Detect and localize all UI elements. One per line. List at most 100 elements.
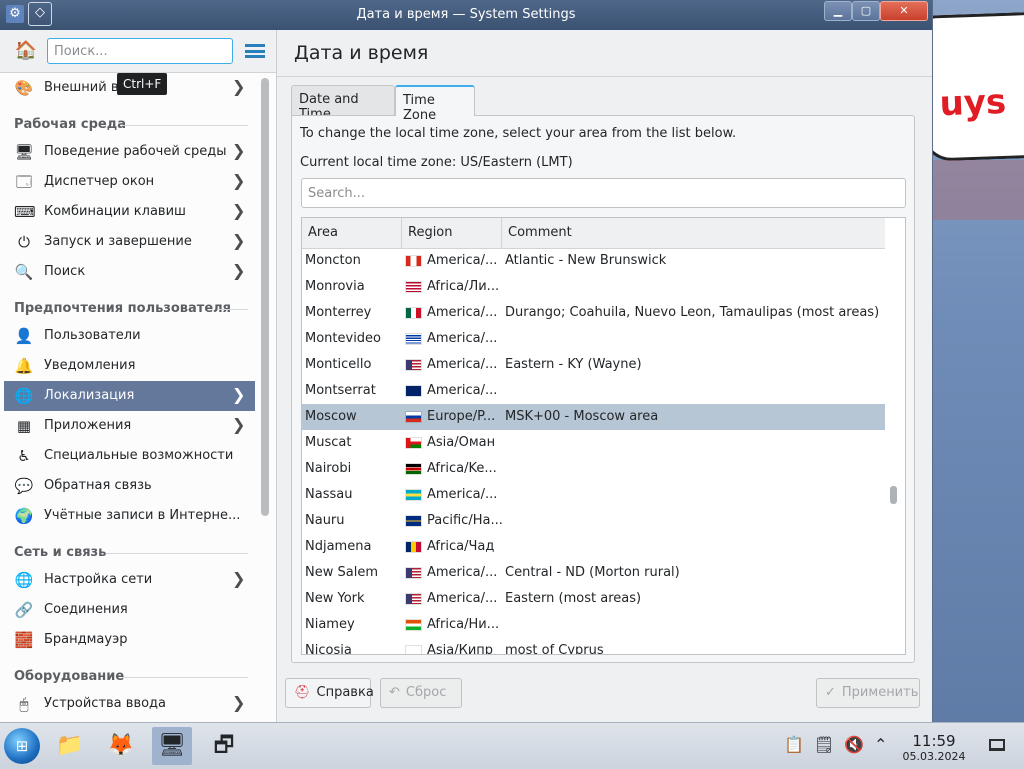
tab-time-zone[interactable]: Time Zone: [395, 85, 475, 123]
table-row[interactable]: Nassau America/...: [302, 482, 885, 508]
sidebar-item-localization[interactable]: 🌐 Локализация ❯: [4, 381, 255, 411]
flag-icon: [406, 646, 421, 654]
chevron-up-icon[interactable]: ⌃: [874, 735, 887, 754]
table-row[interactable]: Montserrat America/...: [302, 378, 885, 404]
chevron-right-icon: ❯: [232, 171, 246, 190]
sidebar-item-accessibility[interactable]: ♿ Специальные возможности: [4, 441, 255, 471]
chevron-right-icon: ❯: [232, 201, 246, 220]
timezone-search-input[interactable]: [301, 178, 906, 208]
sidebar-item-workspace-behavior[interactable]: 🖥 Поведение рабочей среды ❯: [4, 137, 255, 167]
sidebar-item-startup[interactable]: ⏻ Запуск и завершение ❯: [4, 227, 255, 257]
table-scrollbar[interactable]: [890, 486, 897, 504]
keyboard-icon: ⌨: [14, 203, 36, 221]
reset-button[interactable]: ↶ Сброс: [380, 678, 462, 708]
sidebar-item-connections[interactable]: 🔗 Соединения: [4, 595, 255, 625]
divider: [122, 677, 248, 678]
category-personalization: Предпочтения пользователя: [14, 301, 232, 316]
current-timezone-text: Current local time zone: US/Eastern (LMT…: [300, 155, 573, 170]
table-row[interactable]: Monticello America/... Eastern - KY (Wayne…: [302, 352, 885, 378]
cell-comment: Eastern - KY (Wayne): [505, 357, 642, 372]
cell-region: America/...: [427, 305, 498, 320]
help-button[interactable]: ⛑ Справка: [285, 678, 374, 708]
start-menu-button[interactable]: ⊞: [4, 728, 40, 764]
close-button[interactable]: ✕: [880, 1, 928, 21]
chevron-right-icon: ❯: [232, 385, 246, 404]
feedback-icon: 💬: [14, 477, 34, 495]
sidebar-item-online-accounts[interactable]: 🌍 Учётные записи в Интерне...: [4, 501, 255, 531]
minimize-button[interactable]: ▁: [824, 1, 852, 21]
timezone-table: Area Region Comment Moncton America/... At…: [301, 217, 906, 655]
show-desktop-icon[interactable]: [989, 739, 1005, 751]
desktop-app-task-icon[interactable]: 🗗: [204, 727, 244, 765]
tab-date-and-time[interactable]: Date and Time: [291, 85, 395, 122]
sidebar-item-search[interactable]: 🔍 Поиск ❯: [4, 257, 255, 287]
sidebar-item-shortcuts[interactable]: ⌨ Комбинации клавиш ❯: [4, 197, 255, 227]
flag-icon: [406, 360, 421, 370]
cell-comment: most of Cyprus: [505, 643, 604, 655]
volume-muted-icon[interactable]: 🔇: [844, 735, 864, 754]
table-row[interactable]: Ndjamena Africa/Чад: [302, 534, 885, 560]
taskbar: ⊞ 📁 🦊 🖥 🗗 📋 🗒 🔇 ⌃ 11:59 05.03.2024: [0, 722, 1024, 769]
chevron-right-icon: ❯: [232, 693, 246, 712]
cell-region: America/...: [427, 591, 498, 606]
clock[interactable]: 11:59 05.03.2024: [896, 732, 972, 763]
cell-area: New Salem: [305, 565, 378, 580]
sidebar-scrollbar[interactable]: [261, 78, 269, 516]
checkmark-icon: ✓: [825, 685, 836, 700]
table-row[interactable]: Nairobi Africa/Ke...: [302, 456, 885, 482]
sidebar-item-input-devices[interactable]: 🖱 Устройства ввода ❯: [4, 689, 255, 719]
firefox-icon[interactable]: 🦊: [101, 727, 141, 765]
column-header-area[interactable]: Area: [302, 218, 402, 248]
cell-region: America/...: [427, 253, 498, 268]
table-row[interactable]: New York America/... Eastern (most areas): [302, 586, 885, 612]
file-manager-icon[interactable]: 📁: [50, 727, 90, 765]
column-header-region[interactable]: Region: [402, 218, 502, 248]
page-title: Дата и время: [294, 42, 429, 64]
table-row[interactable]: Niamey Africa/Ни...: [302, 612, 885, 638]
sidebar-item-notifications[interactable]: 🔔 Уведомления: [4, 351, 255, 381]
sidebar-item-window-manager[interactable]: 🗔 Диспетчер окон ❯: [4, 167, 255, 197]
table-row[interactable]: Nauru Pacific/На...: [302, 508, 885, 534]
cell-area: Nicosia: [305, 643, 352, 655]
cell-area: Moncton: [305, 253, 361, 268]
cell-region: America/...: [427, 565, 498, 580]
title-bar[interactable]: ⚙ ◇ Дата и время — System Settings ▁ ▢ ✕: [0, 0, 932, 30]
window-manager-icon: 🗔: [15, 173, 33, 191]
cell-area: Monrovia: [305, 279, 365, 294]
cell-area: Nauru: [305, 513, 345, 528]
table-row[interactable]: Monrovia Africa/Ли...: [302, 274, 885, 300]
flag-icon: [406, 620, 421, 630]
table-row[interactable]: Monterrey America/... Durango; Coahuila, N…: [302, 300, 885, 326]
help-icon: ⛑: [294, 685, 311, 700]
maximize-button[interactable]: ▢: [852, 1, 880, 21]
flag-icon: [406, 412, 421, 422]
apply-button[interactable]: ✓ Применить: [816, 678, 920, 708]
home-icon[interactable]: 🏠: [14, 40, 38, 62]
flag-icon: [406, 490, 421, 500]
sidebar-item-applications[interactable]: ▦ Приложения ❯: [4, 411, 255, 441]
cell-area: Moscow: [305, 409, 357, 424]
table-row[interactable]: Montevideo America/...: [302, 326, 885, 352]
system-settings-task-icon[interactable]: 🖥: [152, 727, 192, 765]
time-zone-panel: To change the local time zone, select yo…: [291, 115, 915, 663]
divider: [277, 76, 932, 77]
hamburger-menu-icon[interactable]: [245, 44, 265, 58]
globe-icon: 🌐: [14, 387, 34, 405]
sidebar-item-users[interactable]: 👤 Пользователи: [4, 321, 255, 351]
table-row[interactable]: Muscat Asia/Оман: [302, 430, 885, 456]
clipboard-icon[interactable]: 📋: [784, 735, 804, 754]
column-header-comment[interactable]: Comment: [502, 218, 885, 248]
sidebar-item-network-settings[interactable]: 🌐 Настройка сети ❯: [4, 565, 255, 595]
cell-region: America/...: [427, 357, 498, 372]
flag-icon: [406, 542, 421, 552]
table-row[interactable]: New Salem America/... Central - ND (Morton…: [302, 560, 885, 586]
cell-region: Asia/Кипр: [427, 643, 494, 655]
table-row[interactable]: Nicosia Asia/Кипр most of Cyprus: [302, 638, 885, 655]
cell-area: Nassau: [305, 487, 353, 502]
sidebar-item-firewall[interactable]: 🧱 Брандмауэр: [4, 625, 255, 655]
sidebar-search-input[interactable]: [47, 38, 233, 64]
sidebar-item-feedback[interactable]: 💬 Обратная связь: [4, 471, 255, 501]
table-row[interactable]: Moncton America/... Atlantic - New Brunswi…: [302, 248, 885, 274]
table-row[interactable]: Moscow Europe/P... MSK+00 - Moscow area: [302, 404, 885, 430]
notes-icon[interactable]: 🗒: [814, 735, 834, 754]
